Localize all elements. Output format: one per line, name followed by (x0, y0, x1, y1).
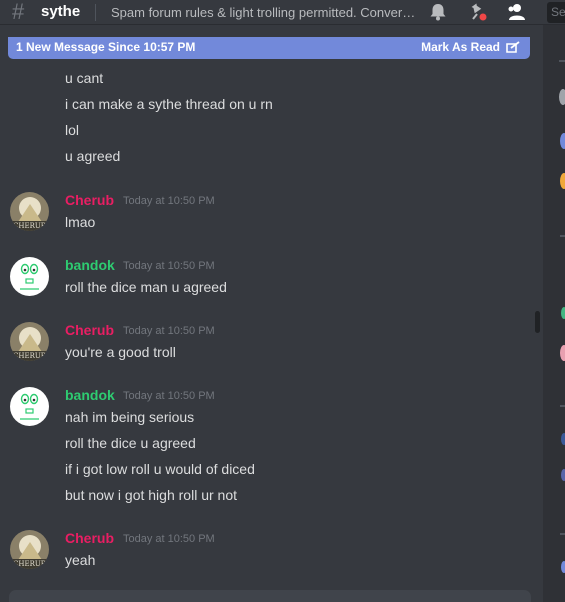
scrollbar-thumb[interactable] (535, 311, 540, 333)
channel-name: sythe (41, 3, 81, 20)
avatar[interactable] (10, 387, 49, 426)
message-line: yeah (65, 552, 96, 568)
username[interactable]: Cherub (65, 192, 114, 208)
timestamp: Today at 10:50 PM (123, 390, 215, 402)
username[interactable]: Cherub (65, 530, 114, 546)
divider (560, 533, 565, 535)
message-composer[interactable] (9, 590, 531, 602)
timestamp: Today at 10:50 PM (123, 195, 215, 207)
avatar[interactable]: CHERUB (10, 192, 49, 231)
member-avatar[interactable] (561, 433, 565, 445)
divider (560, 235, 565, 237)
channel-header: # sythe Spam forum rules & light trollin… (0, 0, 565, 25)
channel-topic[interactable]: Spam forum rules & light trolling permit… (111, 5, 418, 20)
timestamp: Today at 10:50 PM (123, 260, 215, 272)
username[interactable]: bandok (65, 387, 115, 403)
member-avatar[interactable] (559, 89, 565, 105)
message-line: but now i got high roll ur not (65, 487, 237, 503)
svg-text:CHERUB: CHERUB (13, 222, 46, 230)
message-line: i can make a sythe thread on u rn (65, 96, 273, 112)
member-avatar[interactable] (561, 561, 565, 573)
message-list[interactable]: u cant i can make a sythe thread on u rn… (0, 60, 540, 590)
new-messages-bar[interactable]: 1 New Message Since 10:57 PM Mark As Rea… (8, 37, 530, 59)
avatar[interactable]: CHERUB (10, 530, 49, 569)
message-line: lmao (65, 214, 96, 230)
header-divider (95, 4, 96, 21)
message-line: roll the dice u agreed (65, 435, 196, 451)
message-line: lol (65, 122, 80, 138)
member-list-strip[interactable] (543, 25, 565, 602)
message-line: u agreed (65, 148, 121, 164)
message-line: if i got low roll u would of diced (65, 461, 255, 477)
divider (560, 405, 565, 407)
divider (559, 60, 565, 62)
message-line: you're a good troll (65, 344, 176, 360)
timestamp: Today at 10:50 PM (123, 533, 215, 545)
mark-as-read-button[interactable]: Mark As Read (421, 40, 500, 54)
username[interactable]: bandok (65, 257, 115, 273)
svg-text:CHERUB: CHERUB (13, 352, 46, 360)
mark-read-icon[interactable] (505, 40, 521, 56)
avatar[interactable]: CHERUB (10, 322, 49, 361)
member-avatar[interactable] (560, 173, 565, 189)
message-line: roll the dice man u agreed (65, 279, 227, 295)
member-avatar[interactable] (561, 469, 565, 481)
timestamp: Today at 10:50 PM (123, 325, 215, 337)
member-avatar[interactable] (560, 133, 565, 149)
bell-icon[interactable] (427, 2, 449, 22)
username[interactable]: Cherub (65, 322, 114, 338)
avatar[interactable] (10, 257, 49, 296)
hash-icon: # (12, 0, 25, 24)
new-messages-text[interactable]: 1 New Message Since 10:57 PM (16, 40, 195, 54)
member-avatar[interactable] (560, 345, 565, 361)
member-avatar[interactable] (561, 307, 565, 319)
message-line: u cant (65, 70, 104, 86)
message-line: nah im being serious (65, 409, 195, 425)
members-icon[interactable] (505, 2, 527, 22)
search-input[interactable]: Se (547, 2, 565, 23)
svg-text:CHERUB: CHERUB (13, 560, 46, 568)
pin-icon[interactable] (467, 2, 489, 22)
